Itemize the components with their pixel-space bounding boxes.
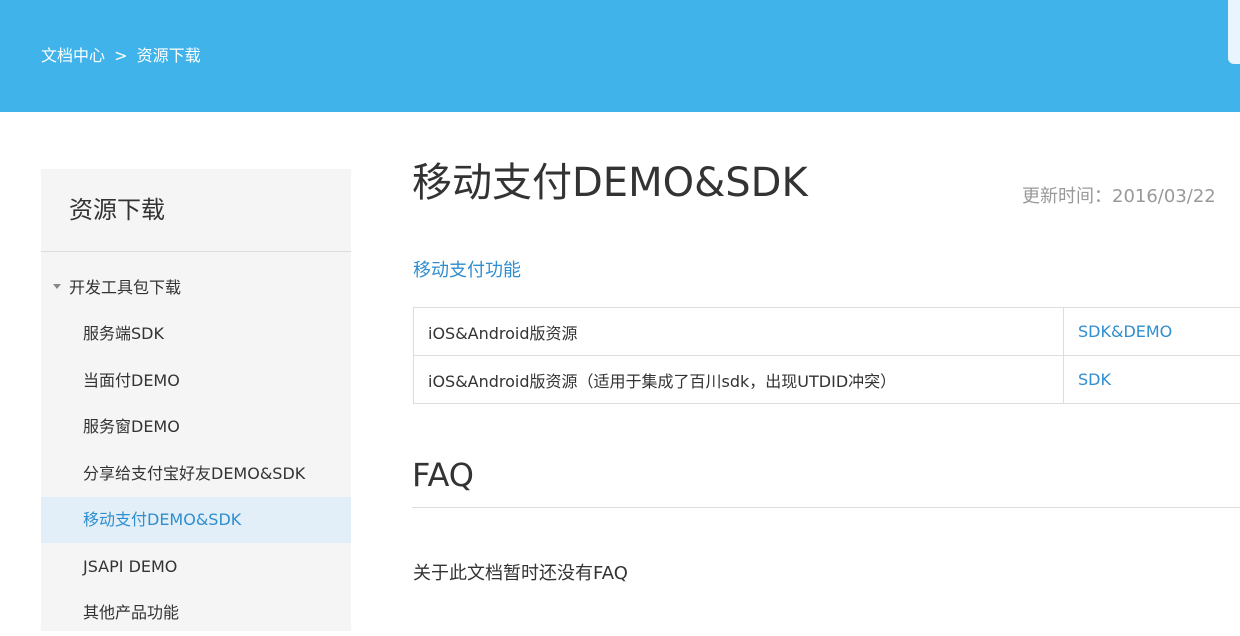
sidebar-divider <box>41 251 351 252</box>
faq-heading: FAQ <box>412 455 474 495</box>
sidebar: 资源下载 开发工具包下载 服务端SDK 当面付DEMO 服务窗DEMO 分享给支… <box>41 169 351 631</box>
resource-table: iOS&Android版资源 SDK&DEMO iOS&Android版资源（适… <box>413 307 1240 404</box>
page-title: 移动支付DEMO&SDK <box>412 159 808 207</box>
sidebar-group-label: 开发工具包下载 <box>69 278 181 297</box>
breadcrumb-current: 资源下载 <box>137 46 201 65</box>
sidebar-item-f2f-pay-demo[interactable]: 当面付DEMO <box>41 358 351 404</box>
resource-name: iOS&Android版资源 <box>414 308 1064 356</box>
top-header: 文档中心 > 资源下载 <box>0 0 1240 112</box>
table-row: iOS&Android版资源 SDK&DEMO <box>414 308 1240 356</box>
faq-divider <box>412 507 1240 508</box>
caret-down-icon <box>53 284 61 289</box>
breadcrumb: 文档中心 > 资源下载 <box>41 45 201 67</box>
download-link-sdk-demo[interactable]: SDK&DEMO <box>1064 308 1240 356</box>
breadcrumb-separator: > <box>114 46 127 65</box>
header-side-tab[interactable] <box>1228 0 1240 64</box>
sidebar-title: 资源下载 <box>69 195 165 225</box>
sidebar-item-server-sdk[interactable]: 服务端SDK <box>41 311 351 357</box>
sidebar-item-jsapi-demo[interactable]: JSAPI DEMO <box>41 544 351 590</box>
sidebar-item-mobile-pay-demo-sdk[interactable]: 移动支付DEMO&SDK <box>41 497 351 543</box>
sidebar-item-service-window-demo[interactable]: 服务窗DEMO <box>41 404 351 450</box>
table-row: iOS&Android版资源（适用于集成了百川sdk，出现UTDID冲突） SD… <box>414 356 1240 404</box>
download-link-sdk[interactable]: SDK <box>1064 356 1240 404</box>
sidebar-item-share-friend-demo-sdk[interactable]: 分享给支付宝好友DEMO&SDK <box>41 451 351 497</box>
resource-name: iOS&Android版资源（适用于集成了百川sdk，出现UTDID冲突） <box>414 356 1064 404</box>
faq-empty-text: 关于此文档暂时还没有FAQ <box>413 562 628 586</box>
update-time: 更新时间：2016/03/22 <box>1022 186 1216 208</box>
breadcrumb-root-link[interactable]: 文档中心 <box>41 46 105 65</box>
sidebar-item-other-features[interactable]: 其他产品功能 <box>41 590 351 636</box>
section-link-mobile-pay[interactable]: 移动支付功能 <box>413 259 521 283</box>
sidebar-group-dev-tools[interactable]: 开发工具包下载 <box>53 277 181 299</box>
